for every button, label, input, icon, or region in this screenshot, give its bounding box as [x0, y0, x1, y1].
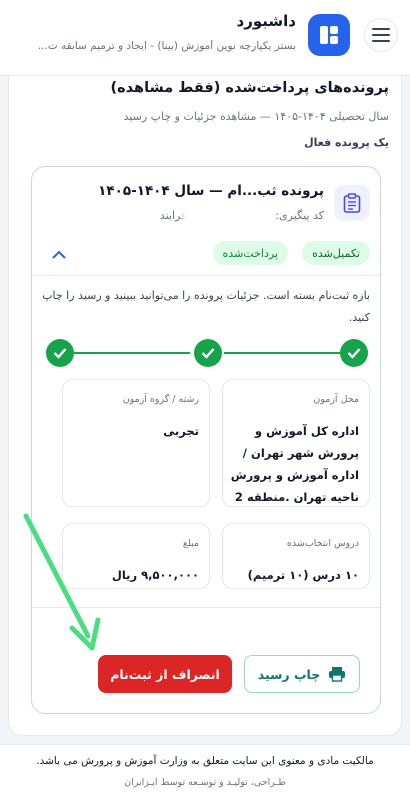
- print-label: چاپ رسید: [257, 666, 321, 682]
- redacted-area: [182, 205, 252, 227]
- info-courses: دروس انتخاب‌شده ۱۰ درس (۱۰ ترمیم): [222, 523, 370, 589]
- app-title: داشبورد: [236, 12, 296, 30]
- status-badge-complete: تکمیل‌شده: [302, 241, 370, 265]
- step-3-complete: [46, 339, 74, 367]
- step-connector: [224, 352, 340, 354]
- card-divider: [32, 275, 382, 276]
- courses-value: ۱۰ درس (۱۰ ترمیم): [247, 568, 359, 582]
- collapse-toggle[interactable]: [50, 245, 68, 263]
- hamburger-menu-icon: [372, 28, 390, 42]
- progress-steps: [46, 339, 368, 369]
- page-title: پرونده‌های پرداخت‌شده (فقط مشاهده): [110, 80, 389, 96]
- status-badge-paid: پرداخت‌شده: [212, 241, 288, 265]
- card-divider: [32, 607, 382, 608]
- active-count: یک پرونده فعال: [304, 136, 389, 149]
- redacted-area: [92, 615, 372, 649]
- exam-location-label: محل آزمون: [313, 394, 359, 405]
- amount-label: مبلغ: [182, 538, 199, 549]
- field-value: تجربی: [163, 424, 199, 438]
- app-logo[interactable]: [308, 14, 350, 56]
- file-title: پرونده ثب...ام — سال ۱۴۰۴-۱۴۰۵: [98, 183, 324, 199]
- dashboard-grid-icon: [320, 26, 338, 44]
- exam-location-value: اداره کل آموزش و پرورش شهر تهران / اداره…: [230, 424, 359, 504]
- app-subtitle: بستر یکپارچه نوین آموزش (بینا) - ایجاد و…: [37, 40, 296, 52]
- print-receipt-button[interactable]: چاپ رسید: [244, 655, 360, 693]
- step-connector: [74, 352, 190, 354]
- site-footer: مالکیت مادی و معنوی این سایت متعلق به وز…: [0, 744, 410, 800]
- menu-button[interactable]: [364, 18, 398, 52]
- page-subtitle: سال تحصیلی ۱۴۰۴-۱۴۰۵ — مشاهده جزئیات و چ…: [123, 110, 389, 123]
- chevron-up-icon: [52, 250, 66, 259]
- step-1-complete: [340, 339, 368, 367]
- footer-copyright: مالکیت مادی و معنوی این سایت متعلق به وز…: [36, 755, 374, 767]
- closed-period-note: بازه ثبت‌نام بسته است. جزئیات پرونده را …: [42, 289, 370, 324]
- info-field: رشته / گروه آزمون تجربی: [62, 379, 210, 507]
- cancel-registration-button[interactable]: انصراف از ثبت‌نام: [98, 655, 232, 693]
- info-exam-location: محل آزمون اداره کل آموزش و پرورش شهر تهر…: [222, 379, 370, 507]
- step-2-complete: [194, 339, 222, 367]
- check-icon: [201, 348, 215, 359]
- info-amount: مبلغ ۹,۵۰۰,۰۰۰ ریال: [62, 523, 210, 589]
- check-icon: [53, 348, 67, 359]
- tracking-label: کد پیگیری:: [275, 209, 324, 222]
- footer-credits: طـراحی، تولیـد و توسـعه توسط ایـزایران: [124, 777, 286, 788]
- printer-icon: [329, 667, 346, 682]
- amount-value: ۹,۵۰۰,۰۰۰ ریال: [111, 568, 199, 582]
- main-panel: پرونده‌های پرداخت‌شده (فقط مشاهده) سال ت…: [8, 76, 402, 736]
- field-label: رشته / گروه آزمون: [122, 394, 199, 405]
- clipboard-icon: [343, 193, 361, 213]
- courses-label: دروس انتخاب‌شده: [286, 538, 359, 549]
- top-header: داشبورد بستر یکپارچه نوین آموزش (بینا) -…: [0, 0, 410, 76]
- file-card: پرونده ثب...ام — سال ۱۴۰۴-۱۴۰۵ کد پیگیری…: [31, 166, 382, 714]
- document-icon-box: [334, 185, 370, 221]
- check-icon: [347, 348, 361, 359]
